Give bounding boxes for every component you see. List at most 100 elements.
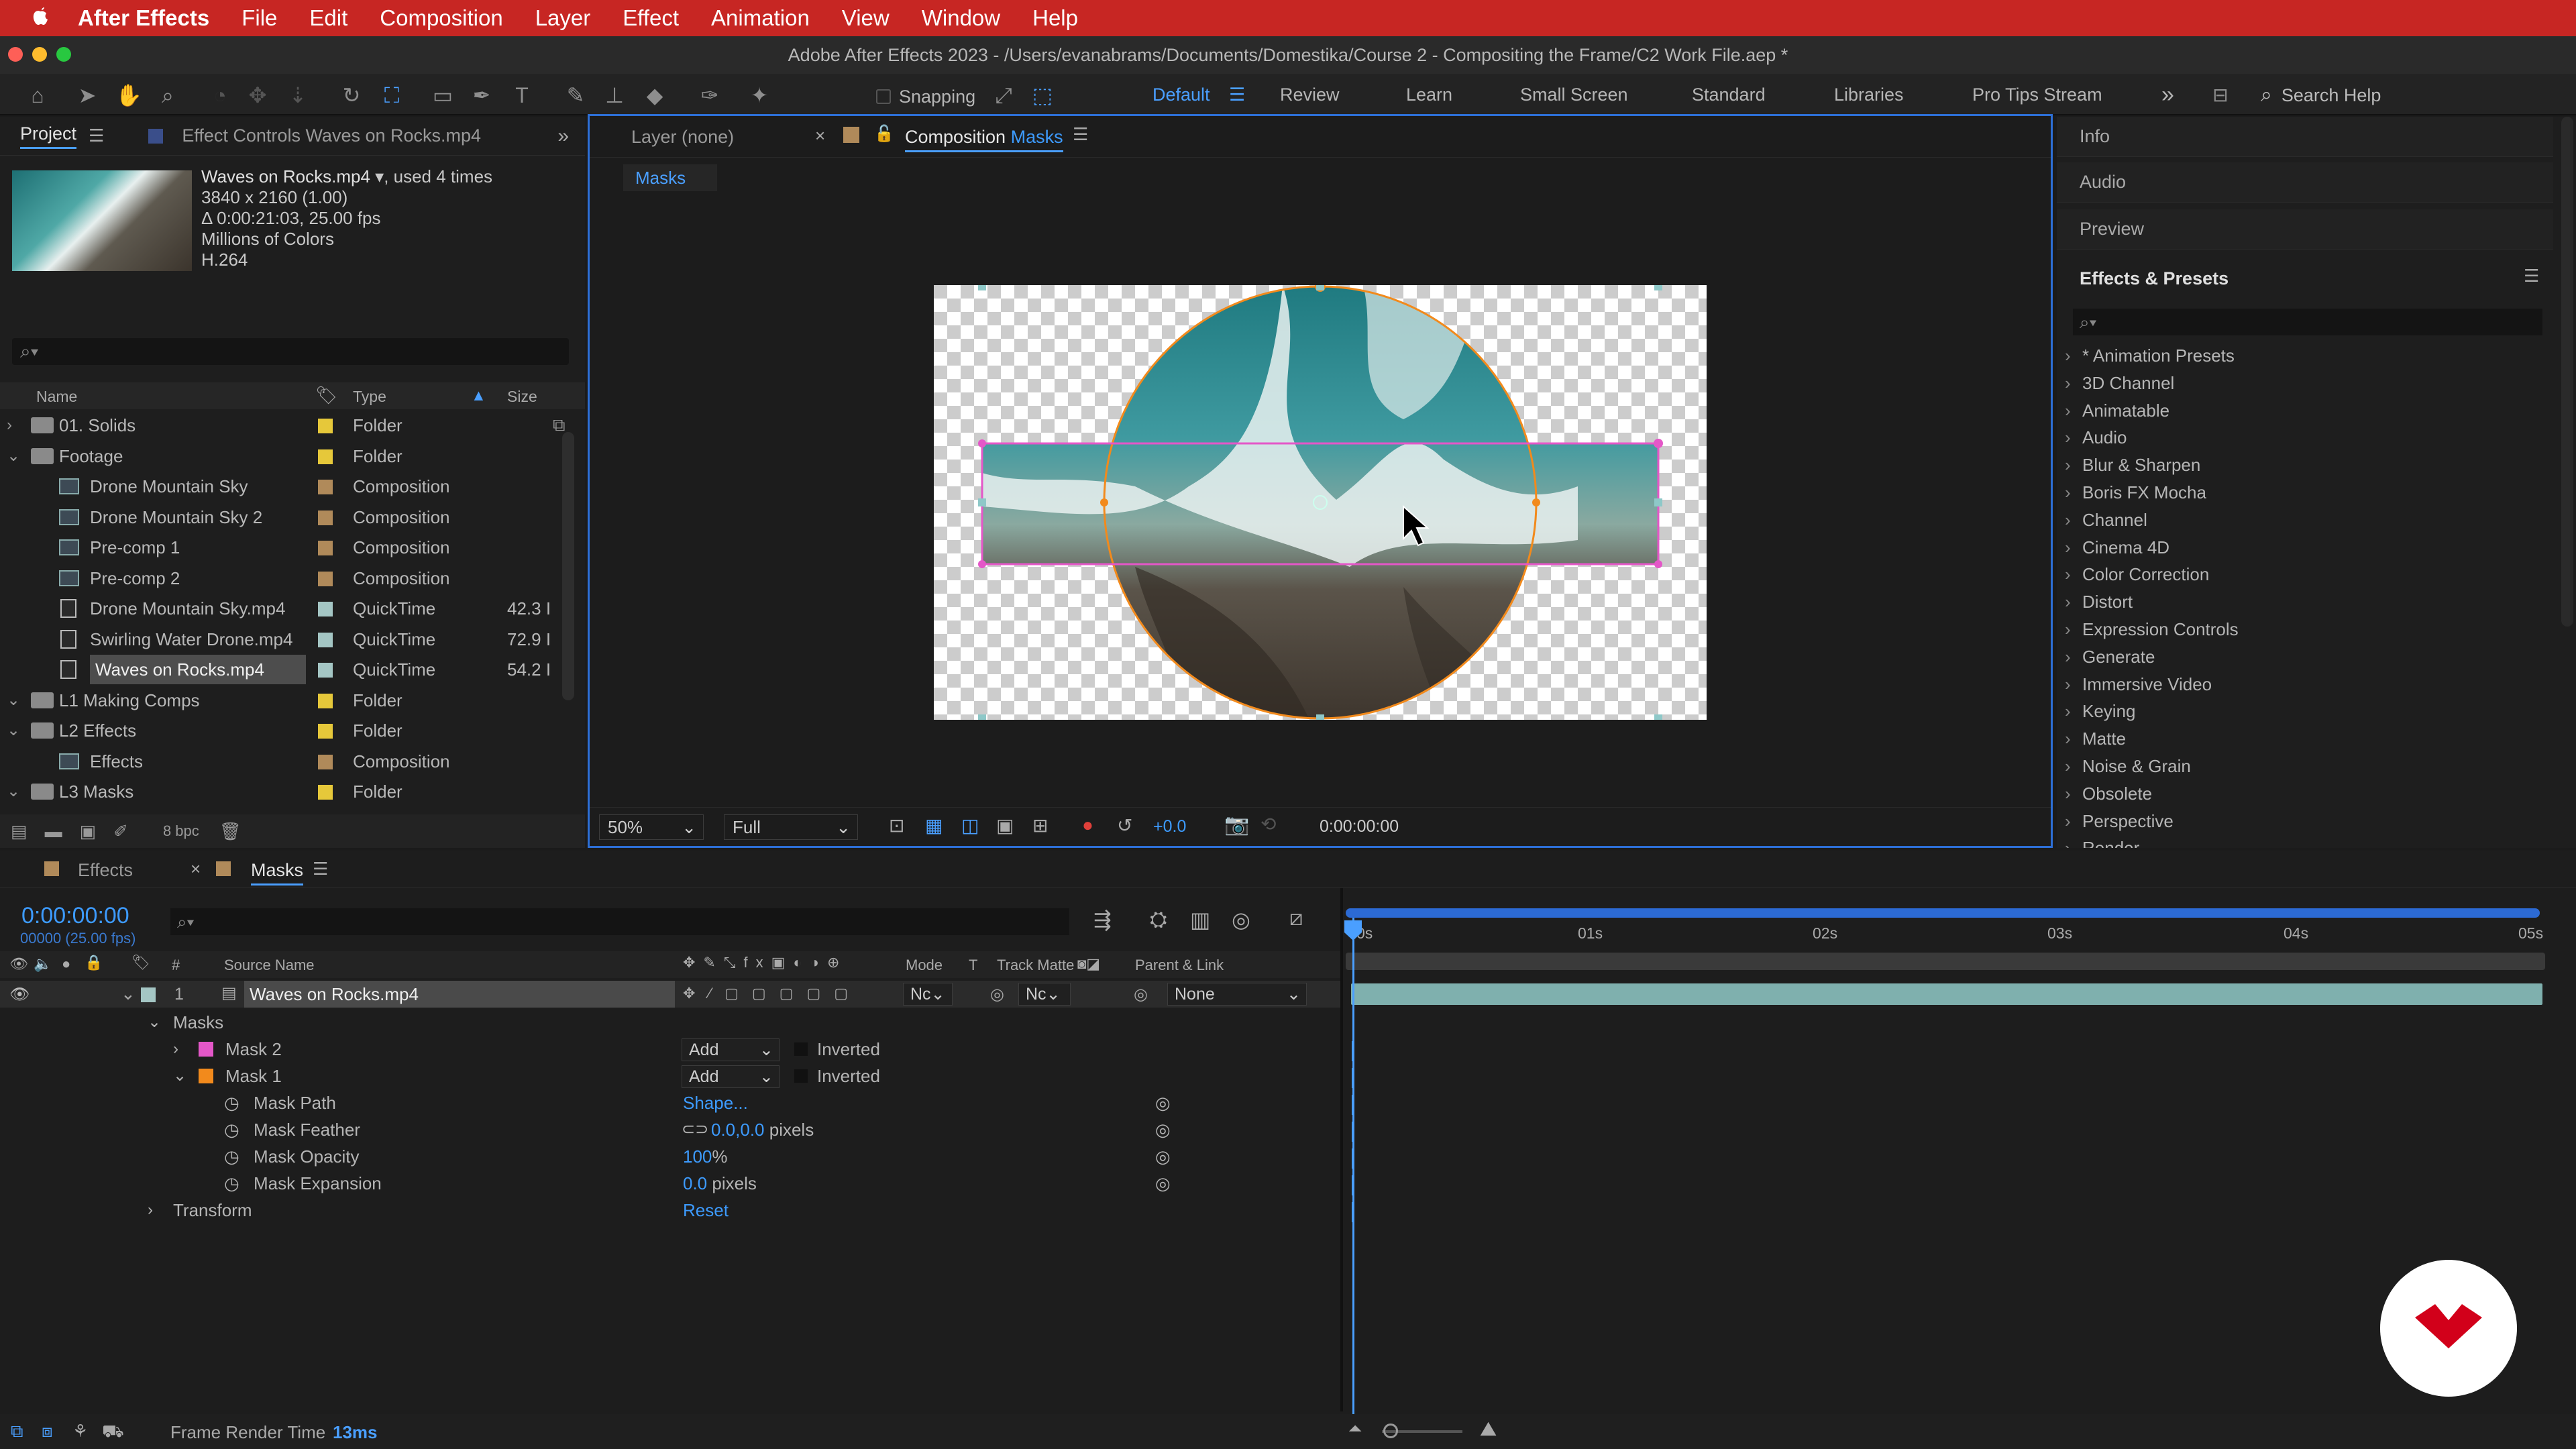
project-item-label-swatch[interactable] — [318, 449, 333, 464]
tab-masks-comp[interactable]: Masks — [251, 860, 304, 885]
tab-layer[interactable]: Layer (none) — [631, 127, 734, 148]
in-out-toggle-icon[interactable]: ⚘ — [72, 1421, 88, 1442]
zoom-dropdown[interactable]: 50% ⌄ — [599, 814, 704, 840]
mask-1-inverted-checkbox[interactable] — [794, 1069, 808, 1083]
hide-shy-layers-icon[interactable]: ▥ — [1190, 907, 1210, 932]
close-tab-icon[interactable]: × — [815, 125, 825, 146]
workspace-pro-tips[interactable]: Pro Tips Stream — [1972, 80, 2102, 109]
selection-tool-icon[interactable]: ➤ — [75, 83, 99, 107]
project-item-label-swatch[interactable] — [318, 785, 333, 800]
constrain-link-icon[interactable]: ⊂⊃ — [682, 1116, 708, 1143]
project-item-row[interactable]: Drone Mountain Sky 2 Composition — [0, 502, 577, 532]
preserve-transparency-icon[interactable]: ◎ — [990, 985, 1004, 1004]
menu-file[interactable]: File — [241, 5, 277, 31]
effects-category-item[interactable]: › Channel — [2065, 506, 2147, 533]
close-tab-icon[interactable]: × — [191, 859, 201, 879]
project-item-row[interactable]: Waves on Rocks.mp4 QuickTime 54.2 I — [0, 655, 577, 684]
label-column-icon[interactable]: 🏷 — [131, 954, 150, 971]
transparency-grid-icon[interactable]: ▦ — [925, 814, 943, 837]
transfer-controls-toggle-icon[interactable]: ⧈ — [42, 1421, 53, 1442]
folder-collapsed-icon[interactable]: › — [7, 411, 12, 440]
type-tool-icon[interactable]: T — [510, 83, 534, 107]
new-comp-icon[interactable]: ▣ — [80, 821, 97, 842]
show-snapshot-icon[interactable]: ⟲ — [1260, 813, 1276, 835]
chevron-right-icon[interactable]: › — [2065, 835, 2082, 848]
menu-window[interactable]: Window — [922, 5, 1000, 31]
roto-brush-icon[interactable]: ✑ — [698, 83, 722, 107]
effects-category-item[interactable]: › Cinema 4D — [2065, 534, 2169, 561]
bpc-toggle[interactable]: 8 bpc — [163, 822, 199, 840]
chevron-right-icon[interactable]: › — [2065, 725, 2082, 752]
current-timecode[interactable]: 0:00:00:00 — [21, 903, 129, 929]
chevron-right-icon[interactable]: › — [2065, 397, 2082, 424]
stopwatch-icon[interactable]: ◷ — [224, 1116, 239, 1143]
project-item-row[interactable]: › 01. Solids Folder — [0, 411, 577, 440]
mask-2-color-swatch[interactable] — [199, 1042, 213, 1057]
preview-panel[interactable]: Preview — [2057, 209, 2553, 250]
folder-expanded-icon[interactable]: ⌄ — [7, 686, 20, 715]
work-area-bar[interactable] — [1346, 953, 2545, 970]
menu-effect[interactable]: Effect — [623, 5, 679, 31]
comp-breadcrumb[interactable]: Masks — [623, 164, 717, 191]
masks-group-row[interactable]: ⌄ Masks — [0, 1009, 1340, 1036]
menu-view[interactable]: View — [842, 5, 890, 31]
transform-row[interactable]: › Transform Reset — [0, 1197, 1340, 1224]
render-time-toggle-icon[interactable]: ⛟ — [102, 1421, 124, 1444]
mask-opacity-keyframe-marker[interactable] — [1352, 1148, 1354, 1169]
comp-mini-flowchart-icon[interactable]: ⇶ — [1093, 907, 1112, 932]
effects-category-item[interactable]: › Boris FX Mocha — [2065, 479, 2206, 506]
menu-animation[interactable]: Animation — [711, 5, 810, 31]
effects-category-item[interactable]: › Animatable — [2065, 397, 2169, 424]
effects-category-item[interactable]: › Distort — [2065, 588, 2133, 615]
project-item-row[interactable]: Pre-comp 2 Composition — [0, 564, 577, 593]
mask-visibility-icon[interactable]: ◫ — [961, 814, 979, 837]
mask-2-keyframe-marker[interactable] — [1352, 1041, 1354, 1061]
mask-1-mode-dropdown[interactable]: Add ⌄ — [682, 1065, 780, 1088]
folder-expanded-icon[interactable]: ⌄ — [7, 716, 20, 745]
viewer-timecode[interactable]: 0:00:00:00 — [1320, 817, 1399, 837]
menu-composition[interactable]: Composition — [380, 5, 502, 31]
chevron-right-icon[interactable]: › — [2065, 808, 2082, 835]
grid-guides-icon[interactable]: ⊞ — [1032, 814, 1048, 837]
workspace-menu-icon[interactable]: ☰ — [1229, 80, 1245, 109]
help-search-input[interactable]: Search Help — [2282, 85, 2381, 106]
mask-2-expand-icon[interactable]: › — [173, 1036, 178, 1063]
project-item-row[interactable]: Effects Composition — [0, 747, 577, 776]
comp-canvas[interactable] — [934, 281, 1707, 722]
project-scrollbar[interactable] — [562, 432, 574, 700]
draft-3d-icon[interactable]: ⛭ — [1150, 907, 1167, 932]
apple-icon[interactable] — [30, 3, 51, 34]
zoom-out-icon[interactable]: ⏶ — [1348, 1418, 1362, 1440]
usage-dropdown-icon[interactable]: ▾ — [370, 166, 384, 186]
chevron-right-icon[interactable]: › — [2065, 753, 2082, 780]
mask-path-keyframe-marker[interactable] — [1352, 1095, 1354, 1115]
project-item-row[interactable]: Swirling Water Drone.mp4 QuickTime 72.9 I — [0, 625, 577, 654]
pick-whip-icon[interactable]: ◎ — [1134, 985, 1148, 1004]
expression-spiral-icon[interactable]: ◎ — [1155, 1089, 1171, 1116]
close-window-button[interactable] — [8, 47, 23, 62]
project-item-label-swatch[interactable] — [318, 419, 333, 433]
project-item-label-swatch[interactable] — [318, 754, 333, 769]
lock-icon[interactable]: 🔓 — [874, 124, 894, 144]
project-item-label-swatch[interactable] — [318, 480, 333, 494]
workspace-standard[interactable]: Standard — [1692, 80, 1766, 109]
expression-spiral-icon[interactable]: ◎ — [1155, 1143, 1171, 1170]
workspace-review[interactable]: Review — [1280, 80, 1340, 109]
project-item-row[interactable]: ⌄ L2 Effects Folder — [0, 716, 577, 745]
chevron-right-icon[interactable]: › — [2065, 616, 2082, 643]
folder-expanded-icon[interactable]: ⌄ — [7, 441, 20, 471]
layer-search-input[interactable]: ⌕▾ — [170, 908, 1069, 935]
project-item-label-swatch[interactable] — [318, 693, 333, 708]
help-search[interactable]: ⌕ Search Help — [2261, 83, 2563, 107]
mask-expansion-row[interactable]: ◷ Mask Expansion 0.0 pixels ◎ — [0, 1170, 1340, 1197]
transform-reset-link[interactable]: Reset — [683, 1197, 729, 1224]
app-menu[interactable]: After Effects — [78, 5, 209, 31]
panel-overflow-icon[interactable]: » — [557, 125, 569, 148]
minimize-window-button[interactable] — [32, 47, 47, 62]
label-column-icon[interactable]: 🏷 — [315, 385, 337, 406]
mask-expansion-value[interactable]: 0.0 — [683, 1173, 707, 1193]
orbit-tool-icon[interactable]: ◔ — [208, 83, 232, 107]
mask-expansion-keyframe-marker[interactable] — [1352, 1175, 1354, 1195]
chevron-right-icon[interactable]: › — [2065, 424, 2082, 451]
new-folder-icon[interactable]: ▬ — [45, 821, 62, 842]
